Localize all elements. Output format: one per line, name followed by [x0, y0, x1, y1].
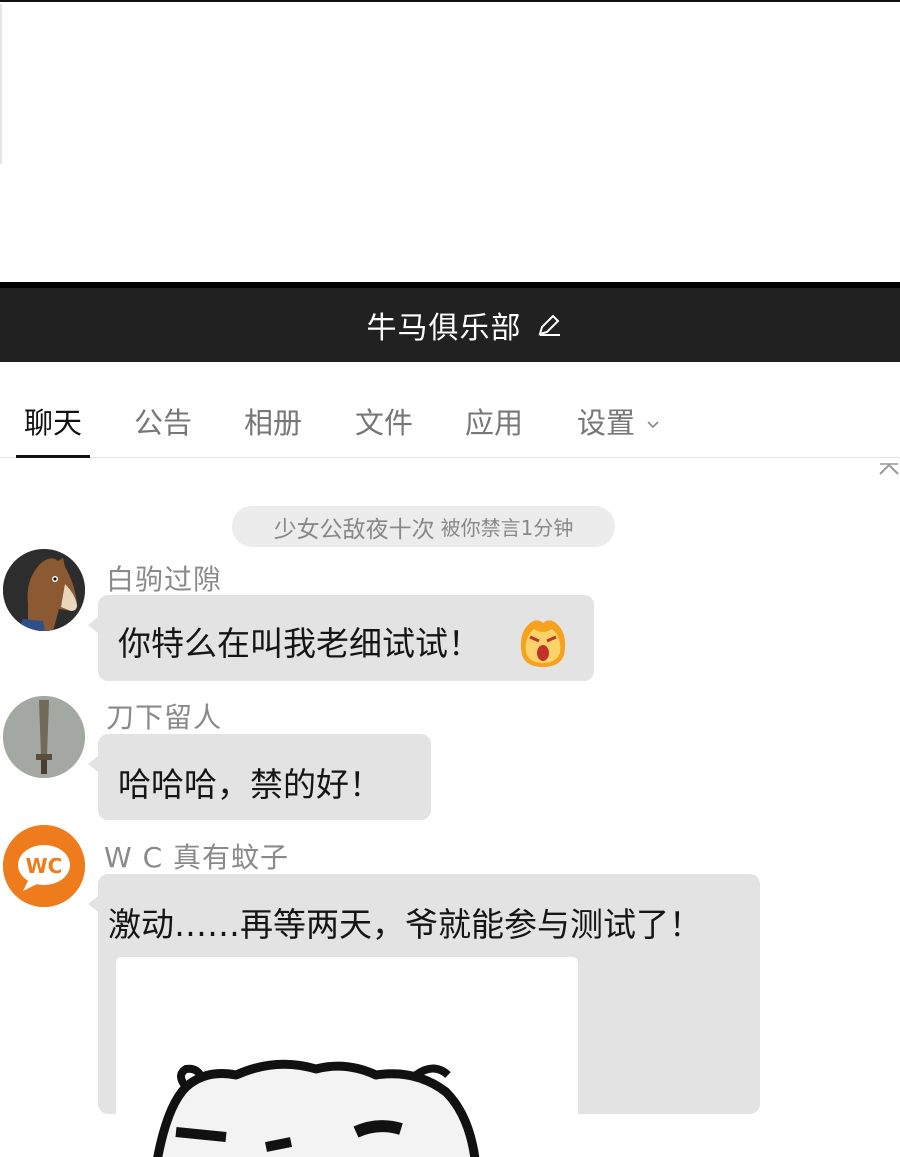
- avatar[interactable]: WC: [3, 825, 85, 907]
- wc-logo-text: WC: [26, 854, 63, 878]
- sender-name: W C 真有蚊子: [104, 841, 290, 874]
- tab-announcement[interactable]: 公告: [134, 400, 192, 456]
- message-bubble[interactable]: 激动……再等两天，爷就能参与测试了！: [88, 874, 760, 1157]
- avatar[interactable]: [3, 549, 85, 631]
- avatar[interactable]: [3, 696, 85, 778]
- sender-name: 刀下留人: [106, 701, 223, 734]
- wc-logo-icon: WC: [3, 825, 85, 907]
- sword-avatar-icon: [3, 696, 85, 778]
- group-name: 牛马俱乐部: [366, 311, 522, 346]
- message-text: 哈哈哈，禁的好！: [118, 765, 382, 804]
- tab-album[interactable]: 相册: [244, 400, 302, 456]
- tab-files[interactable]: 文件: [355, 400, 413, 456]
- sticker-image[interactable]: [116, 957, 578, 1157]
- angry-face-icon: [520, 620, 566, 667]
- notice-action: 被你禁言1分钟: [440, 516, 574, 540]
- sender-name: 白驹过隙: [106, 563, 223, 596]
- tab-chat[interactable]: 聊天: [15, 400, 91, 458]
- group-tabs: 聊天 公告 相册 文件 应用 设置: [0, 362, 900, 458]
- blank-top-area: [0, 0, 900, 282]
- message-text: 激动……再等两天，爷就能参与测试了！: [108, 905, 702, 944]
- horse-avatar-icon: [3, 549, 85, 631]
- group-title-bar: 牛马俱乐部: [0, 282, 900, 362]
- chevron-up-icon[interactable]: [878, 462, 900, 476]
- chevron-down-icon: [647, 421, 659, 429]
- edit-icon[interactable]: [534, 310, 564, 340]
- message-bubble[interactable]: 你特么在叫我老细试试！: [88, 595, 594, 681]
- message-bubble[interactable]: 哈哈哈，禁的好！: [88, 734, 431, 820]
- meme-sticker-icon: [116, 957, 578, 1157]
- tab-settings-label: 设置: [577, 406, 636, 440]
- tab-settings[interactable]: 设置: [577, 400, 661, 456]
- system-notice: 少女公敌夜十次 被你禁言1分钟: [232, 506, 615, 547]
- message-text: 你特么在叫我老细试试！: [118, 624, 481, 663]
- tab-apps[interactable]: 应用: [465, 400, 523, 456]
- notice-username[interactable]: 少女公敌夜十次: [274, 510, 435, 544]
